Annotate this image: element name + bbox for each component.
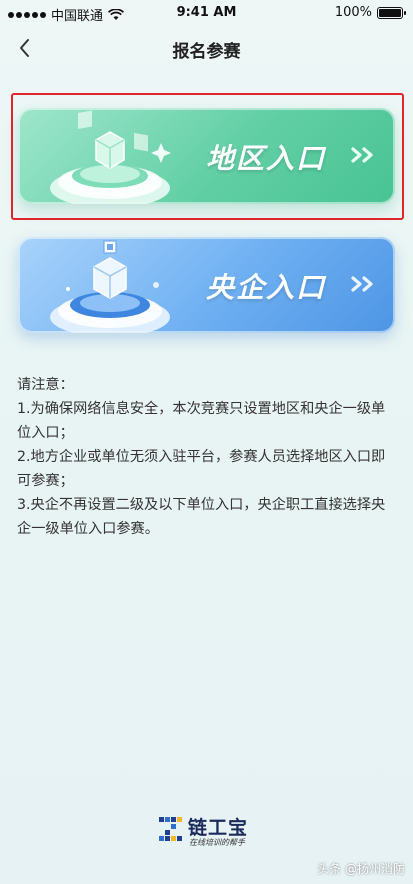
page-title: 报名参赛 — [172, 42, 241, 62]
central-enterprise-platform-illustration — [50, 240, 170, 333]
central-enterprise-entry-button[interactable]: 央企入口 — [18, 237, 395, 333]
brand-slogan: 在线培训的帮手 — [189, 838, 245, 847]
notice-item: 2.地方企业或单位无须入驻平台，参赛人员选择地区入口即可参赛； — [17, 449, 386, 489]
battery-group: 100% — [334, 5, 406, 20]
brand-logo: 链工宝 在线培训的帮手 — [157, 813, 257, 849]
status-bar: 中国联通 9:41 AM 100% — [0, 0, 413, 26]
double-chevron-right-icon — [351, 276, 373, 292]
battery-percent: 100% — [334, 5, 372, 20]
brand-name: 链工宝 — [188, 817, 249, 839]
notice-section: 请注意： 1.为确保网络信息安全，本次竞赛只设置地区和央企一级单位入口； 2.地… — [17, 373, 397, 541]
double-chevron-right-icon — [351, 147, 373, 163]
region-entry-button[interactable]: 地区入口 — [18, 108, 395, 204]
nav-bar: 报名参赛 — [0, 26, 413, 70]
battery-icon — [377, 6, 406, 19]
watermark: 头条 @扬州消防 — [317, 862, 405, 876]
region-platform-illustration — [50, 110, 171, 204]
region-entry-label: 地区入口 — [206, 142, 327, 175]
central-enterprise-entry-label: 央企入口 — [206, 271, 327, 304]
notice-item: 3.央企不再设置二级及以下单位入口，央企职工直接选择央企一级单位入口参赛。 — [17, 497, 386, 537]
brand-mark-icon — [159, 817, 182, 841]
notice-heading: 请注意： — [17, 377, 74, 393]
notice-item: 1.为确保网络信息安全，本次竞赛只设置地区和央企一级单位入口； — [17, 401, 386, 441]
